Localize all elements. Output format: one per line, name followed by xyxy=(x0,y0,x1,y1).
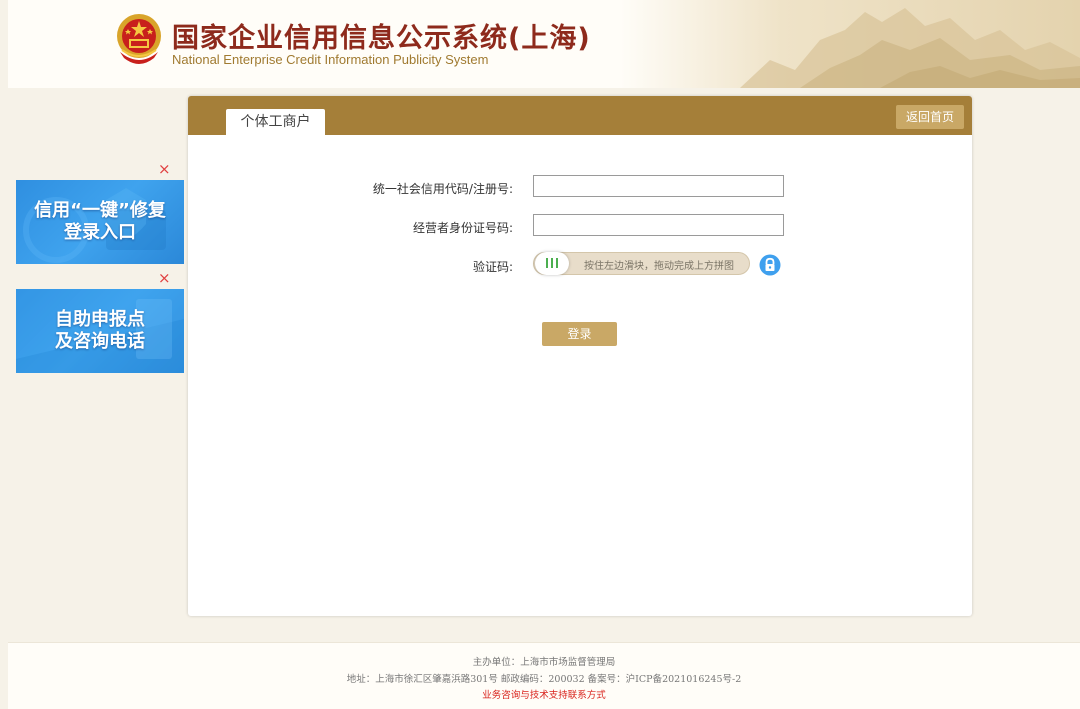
captcha-slider-track[interactable]: 按住左边滑块，拖动完成上方拼图 xyxy=(533,252,750,275)
footer-organizer: 主办单位：上海市市场监督管理局 xyxy=(472,657,616,668)
credit-code-label: 统一社会信用代码/注册号: xyxy=(372,182,513,196)
ad-close-button[interactable]: × xyxy=(158,162,171,177)
grip-bars-icon xyxy=(546,258,558,268)
operator-id-label: 经营者身份证号码: xyxy=(412,221,513,235)
banner-line-2: 登录入口 xyxy=(64,222,136,243)
panel-header-bar: 个体工商户 返回首页 xyxy=(188,96,972,135)
national-emblem-icon xyxy=(117,14,161,64)
footer-contact-line: 业务咨询与技术支持联系方式 xyxy=(8,687,1080,701)
site-footer: 主办单位：上海市市场监督管理局 地址：上海市徐汇区肇嘉浜路301号 邮政编码：2… xyxy=(8,642,1080,709)
self-service-declaration-banner[interactable]: 自助申报点 及咨询电话 xyxy=(16,289,184,373)
slider-hint-text: 按住左边滑块，拖动完成上方拼图 xyxy=(584,261,734,272)
lock-icon[interactable] xyxy=(759,254,781,276)
mountain-landscape-decoration xyxy=(620,0,1080,88)
banner-line-1: 自助申报点 xyxy=(55,309,145,330)
login-panel: 个体工商户 返回首页 统一社会信用代码/注册号: 经营者身份证号码: 验证码: … xyxy=(188,96,972,616)
contact-support-link[interactable]: 业务咨询与技术支持联系方式 xyxy=(482,690,606,701)
site-subtitle: National Enterprise Credit Information P… xyxy=(172,52,489,67)
login-button[interactable]: 登录 xyxy=(542,322,617,346)
credit-repair-login-banner[interactable]: 信用“一键”修复 登录入口 xyxy=(16,180,184,264)
captcha-label: 验证码: xyxy=(472,260,513,274)
footer-address: 地址：上海市徐汇区肇嘉浜路301号 邮政编码：200032 备案号：沪ICP备2… xyxy=(346,674,742,685)
tab-individual-business[interactable]: 个体工商户 xyxy=(226,109,325,135)
banner-line-1: 信用“一键”修复 xyxy=(34,200,166,221)
banner-line-2: 及咨询电话 xyxy=(55,331,145,352)
site-header: 国家企业信用信息公示系统(上海) National Enterprise Cre… xyxy=(8,0,1080,88)
site-title: 国家企业信用信息公示系统(上海) xyxy=(172,23,591,54)
ad-close-button[interactable]: × xyxy=(158,271,171,286)
credit-code-input[interactable] xyxy=(533,175,784,197)
operator-id-input[interactable] xyxy=(533,214,784,236)
return-home-button[interactable]: 返回首页 xyxy=(896,105,964,129)
captcha-slider-handle[interactable] xyxy=(535,252,569,275)
